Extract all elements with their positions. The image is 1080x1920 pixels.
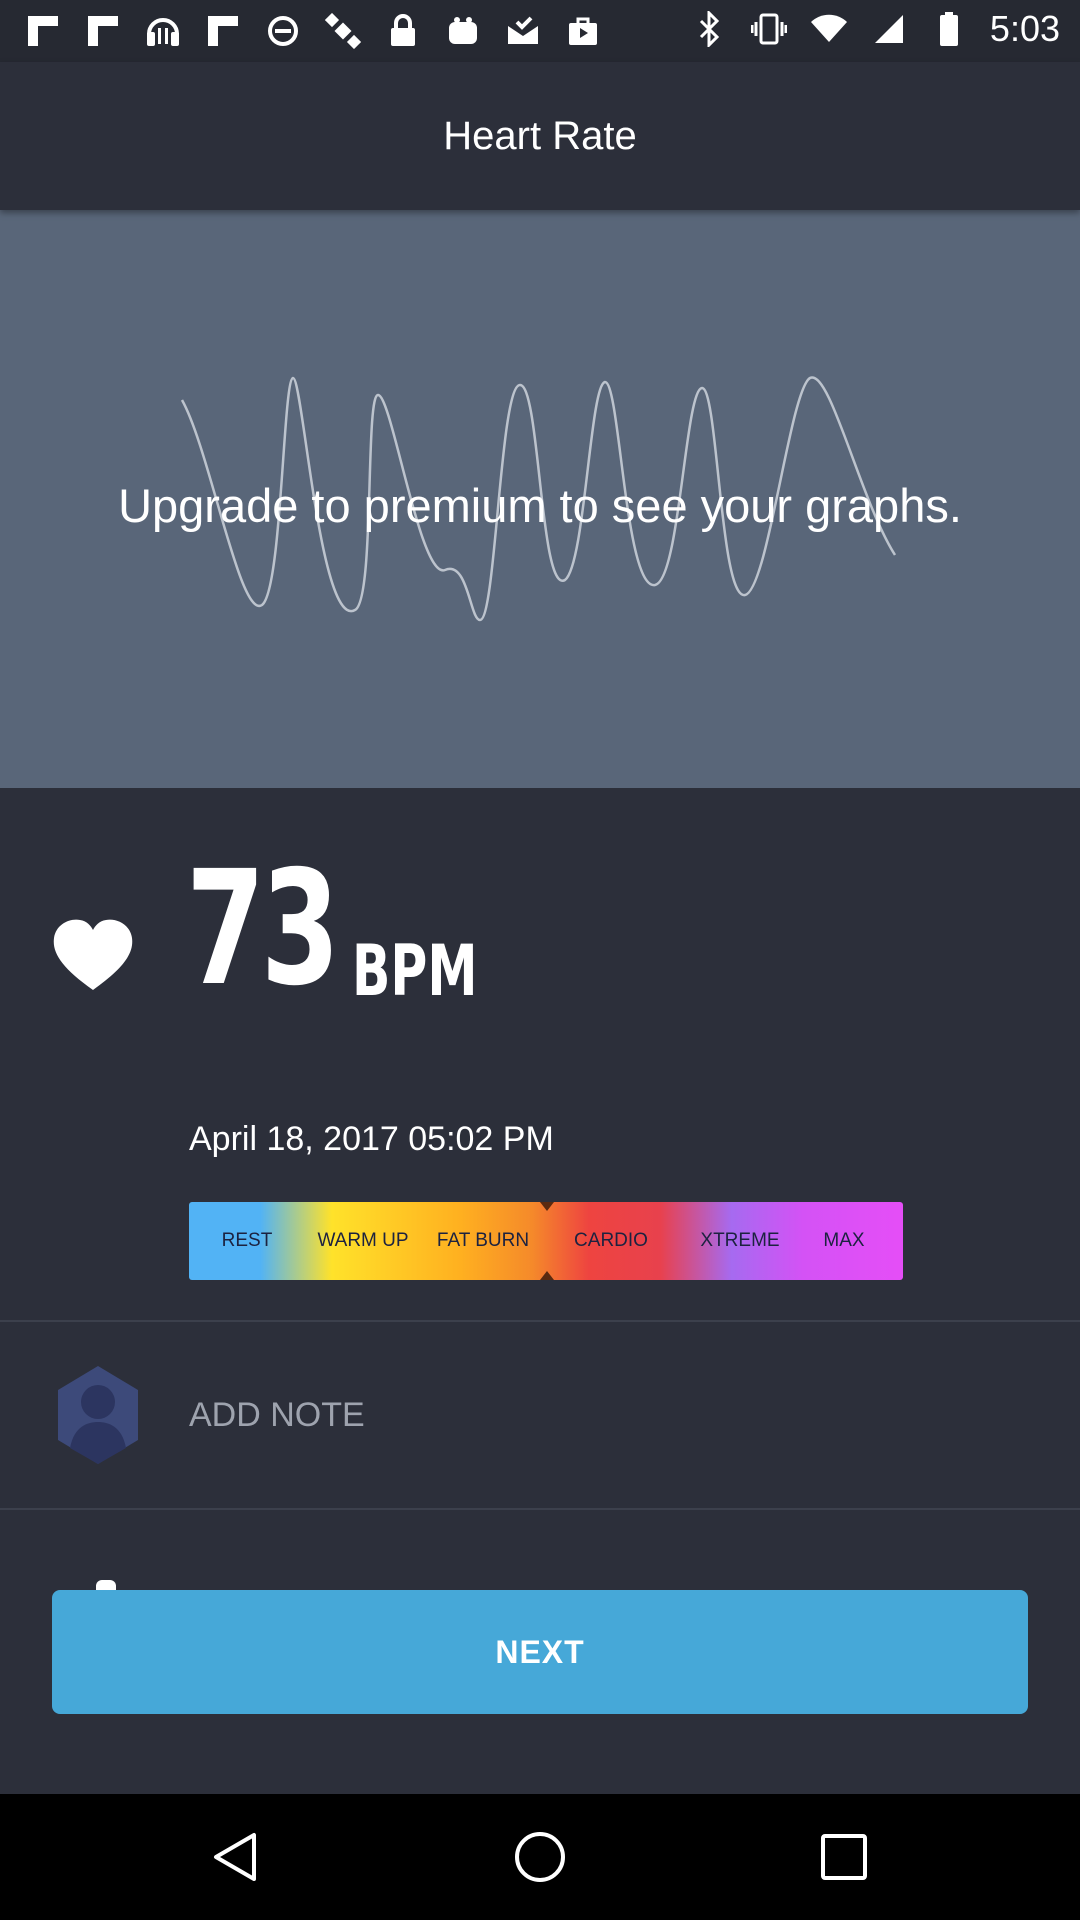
next-button[interactable]: NEXT: [52, 1590, 1028, 1714]
heart-rate-zone-bar: REST WARM UP FAT BURN CARDIO XTREME MAX: [189, 1202, 903, 1280]
headset-icon: [144, 12, 182, 50]
system-navigation-bar: [0, 1794, 1080, 1920]
flipboard-icon: [84, 12, 122, 50]
system-icons: 5:03: [690, 8, 1060, 50]
reading-timestamp: April 18, 2017 05:02 PM: [189, 1120, 554, 1158]
signal-icon: [870, 10, 908, 48]
flipboard-icon: [24, 12, 62, 50]
zone-indicator-top: [540, 1202, 554, 1211]
wifi-icon: [810, 10, 848, 48]
app-bar: Heart Rate: [0, 62, 1080, 210]
vibrate-icon: [750, 10, 788, 48]
heart-icon: [53, 919, 133, 990]
zone-label-rest: REST: [221, 1230, 273, 1251]
mail-check-icon: [504, 12, 542, 50]
blocked-icon: [264, 12, 302, 50]
bpm-value: 73: [186, 837, 340, 1021]
home-icon[interactable]: [510, 1827, 570, 1887]
lock-icon: [384, 12, 422, 50]
zone-label-cardio: CARDIO: [574, 1230, 648, 1251]
recents-icon[interactable]: [814, 1827, 874, 1887]
zone-label-fat-burn: FAT BURN: [436, 1230, 530, 1251]
add-note-row[interactable]: ADD NOTE: [0, 1322, 1080, 1508]
zone-label-xtreme: XTREME: [700, 1230, 780, 1251]
bpm-unit: BPM: [352, 930, 478, 1012]
satellite-icon: [324, 12, 362, 50]
play-bag-icon: [564, 12, 602, 50]
next-button-label: NEXT: [495, 1633, 585, 1670]
bag-icon: [444, 12, 482, 50]
status-bar: 5:03: [0, 0, 1080, 62]
premium-upgrade-message: Upgrade to premium to see your graphs.: [118, 479, 962, 532]
battery-icon: [930, 10, 968, 48]
flipboard-icon: [204, 12, 242, 50]
notification-icons: [24, 12, 602, 50]
page-title: Heart Rate: [443, 114, 637, 158]
graph-panel[interactable]: Upgrade to premium to see your graphs.: [0, 210, 1080, 788]
add-note-label[interactable]: ADD NOTE: [189, 1396, 365, 1435]
zone-label-max: MAX: [823, 1230, 865, 1251]
bluetooth-icon: [690, 10, 728, 48]
divider: [0, 1508, 1080, 1510]
avatar-icon: [58, 1366, 138, 1464]
heart-rate-reading: 73 BPM April 18, 2017 05:02 PM REST WARM…: [0, 788, 1080, 1320]
zone-label-warm-up: WARM UP: [317, 1230, 409, 1251]
clock-time: 5:03: [989, 8, 1060, 49]
zone-indicator-bottom: [540, 1271, 554, 1280]
back-icon[interactable]: [206, 1827, 266, 1887]
